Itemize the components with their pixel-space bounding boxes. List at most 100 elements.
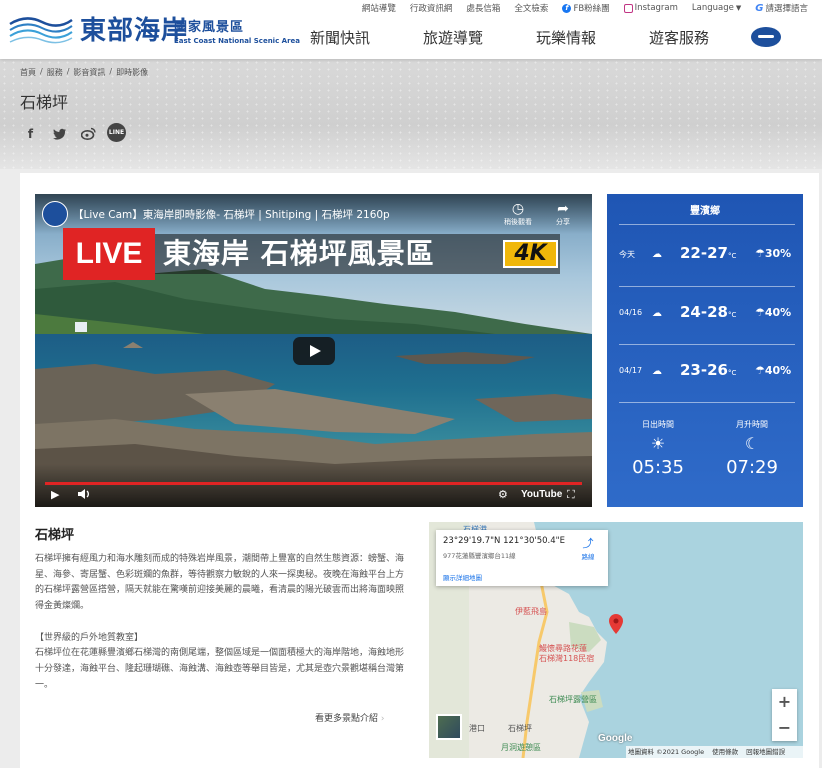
report-error-link[interactable]: 回報地圖錯誤: [746, 746, 785, 758]
facebook-share-icon[interactable]: f: [20, 123, 41, 144]
rain-value: 40%: [764, 364, 792, 377]
moonrise-block: 月升時間 ☾ 07:29: [703, 419, 801, 478]
weather-divider: [619, 224, 795, 225]
crumb-sep: /: [66, 67, 70, 76]
temp-unit: °C: [727, 369, 737, 377]
volume-icon[interactable]: [77, 488, 91, 503]
temp-value: 23-26: [680, 361, 728, 379]
weather-day: 04/17: [619, 366, 643, 375]
moon-icon: ☾: [744, 434, 760, 453]
logo-title-cn: 東部海岸: [80, 16, 189, 46]
link-director-mailbox[interactable]: 處長信箱: [466, 2, 500, 14]
temp-value: 24-28: [680, 303, 728, 321]
crumb-sep: /: [109, 67, 113, 76]
temp-value: 22-27: [680, 244, 728, 262]
map-pin-icon[interactable]: [609, 614, 623, 634]
instagram-icon: [623, 3, 633, 13]
google-icon: G: [755, 2, 764, 14]
youtube-logo[interactable]: YouTube: [521, 489, 562, 500]
cloud-icon: ☁: [652, 249, 662, 260]
weather-row-day2: 04/16 ☁ 24-28°C ☂40%: [607, 286, 803, 342]
map-label-poi: 石梯灣118民宿: [539, 654, 595, 663]
satellite-toggle[interactable]: [436, 714, 462, 740]
map-label-camp: 石梯坪露營區: [549, 695, 597, 704]
sunrise-block: 日出時間 ☀ 05:35: [609, 419, 707, 478]
google-map-logo: Google: [598, 733, 633, 744]
menu-toggle-icon[interactable]: [751, 27, 781, 47]
weather-day: 今天: [619, 250, 635, 259]
zoom-out-button[interactable]: −: [772, 715, 797, 741]
weather-temp: 24-28°C: [680, 303, 736, 321]
instagram-label: Instagram: [634, 3, 678, 13]
weather-panel: 豐濱鄉 今天 ☁ 22-27°C ☂30% 04/16 ☁ 24-28°C ☂4…: [607, 194, 803, 507]
line-share-icon[interactable]: LINE: [107, 123, 126, 142]
translate-label: 請選擇語言: [765, 4, 808, 14]
section-body: 石梯坪擁有經風力和海水雕刻而成的特殊岩岸風景，潮間帶上豐富的自然生態資源：螃蟹、…: [35, 552, 405, 693]
link-full-search[interactable]: 全文檢索: [514, 2, 548, 14]
breadcrumb: 首頁 / 服務 / 影音資訊 / 即時影像: [20, 67, 148, 78]
weather-temp: 22-27°C: [680, 244, 736, 262]
crumb-media[interactable]: 影音資訊: [73, 67, 105, 78]
fullscreen-icon[interactable]: ⛶: [567, 488, 575, 502]
crumb-home[interactable]: 首頁: [20, 67, 36, 78]
sunrise-time: 05:35: [632, 457, 684, 478]
link-admin-info[interactable]: 行政資訊網: [410, 2, 453, 14]
play-button[interactable]: [293, 337, 335, 365]
settings-gear-icon[interactable]: ⚙: [498, 488, 508, 501]
directions-button[interactable]: ⤴ 路線: [572, 535, 604, 561]
site-logo[interactable]: 東部海岸 國家風景區 East Coast National Scenic Ar…: [8, 10, 300, 52]
geology-paragraph: 石梯坪位在花蓮縣豐濱鄉石梯灣的南側尾端，整個區域是一個面積極大的海岸階地，海蝕地…: [35, 648, 405, 690]
weibo-share-icon[interactable]: [78, 123, 99, 144]
more-attractions-link[interactable]: 看更多景點介紹 ›: [315, 711, 385, 724]
directions-icon: ⤴: [582, 537, 594, 550]
zoom-in-button[interactable]: +: [772, 689, 797, 715]
weather-row-today: 今天 ☁ 22-27°C ☂30%: [607, 227, 803, 283]
geology-heading: 【世界級的戶外地質教室】: [35, 632, 144, 643]
main-nav: 新聞快訊 旅遊導覽 玩樂情報 遊客服務: [310, 27, 762, 48]
facebook-icon: f: [562, 3, 572, 13]
nav-visitor-service[interactable]: 遊客服務: [649, 27, 762, 48]
map-label-village: 石梯坪: [508, 724, 532, 733]
watch-later-button[interactable]: ◷ 稍後觀看: [498, 201, 538, 227]
weather-rain: ☂40%: [755, 364, 792, 377]
play-control-icon[interactable]: ▶: [51, 488, 59, 501]
channel-avatar[interactable]: [42, 201, 68, 227]
twitter-share-icon[interactable]: [49, 123, 70, 144]
live-title-text: 東海岸 石梯坪風景區: [163, 237, 435, 270]
page-banner: 首頁 / 服務 / 影音資訊 / 即時影像 石梯坪 f LINE: [0, 59, 822, 169]
crumb-sep: /: [40, 67, 43, 76]
nav-travel-guide[interactable]: 旅遊導覽: [423, 27, 536, 48]
weather-rain: ☂40%: [755, 306, 792, 319]
sunrise-icon: ☀: [650, 434, 666, 453]
link-sitemap[interactable]: 網站導覽: [362, 2, 396, 14]
nav-news[interactable]: 新聞快訊: [310, 27, 423, 48]
share-button[interactable]: ➦ 分享: [543, 201, 583, 227]
more-label: 看更多景點介紹: [315, 714, 379, 724]
wave-logo-icon: [9, 17, 73, 44]
moonrise-time: 07:29: [726, 457, 778, 478]
video-title[interactable]: 【Live Cam】東海岸即時影像- 石梯坪 | Shitiping | 石梯坪…: [73, 207, 390, 222]
nav-fun-info[interactable]: 玩樂情報: [536, 27, 649, 48]
youtube-player[interactable]: 【Live Cam】東海岸即時影像- 石梯坪 | Shitiping | 石梯坪…: [35, 194, 592, 507]
temp-unit: °C: [727, 252, 737, 260]
video-progress-bar[interactable]: [45, 482, 582, 485]
google-translate-select[interactable]: G 請選擇語言: [755, 2, 808, 15]
page-title: 石梯坪: [20, 93, 69, 112]
video-controls-gradient: [35, 464, 592, 507]
map-label-area: 月洞遊憩區: [501, 743, 541, 752]
weather-row-day3: 04/17 ☁ 23-26°C ☂40%: [607, 344, 803, 400]
link-facebook[interactable]: f FB粉絲團: [562, 2, 610, 14]
language-label: Language: [691, 3, 734, 13]
live-label: LIVE: [63, 228, 155, 280]
logo-subtitle-cn: 國家風景區: [174, 20, 245, 35]
weather-day: 04/16: [619, 308, 643, 317]
map-label-poi: 伊藍飛島: [515, 607, 547, 616]
terms-link[interactable]: 使用條款: [712, 746, 738, 758]
site-header: 東部海岸 國家風景區 East Coast National Scenic Ar…: [0, 0, 822, 59]
language-dropdown[interactable]: Language ▼: [692, 3, 741, 13]
weather-temp: 23-26°C: [680, 361, 736, 379]
crumb-live-image[interactable]: 即時影像: [116, 67, 148, 78]
link-instagram[interactable]: Instagram: [623, 3, 678, 13]
crumb-service[interactable]: 服務: [47, 67, 63, 78]
larger-map-link[interactable]: 顯示詳細地圖: [443, 572, 482, 582]
